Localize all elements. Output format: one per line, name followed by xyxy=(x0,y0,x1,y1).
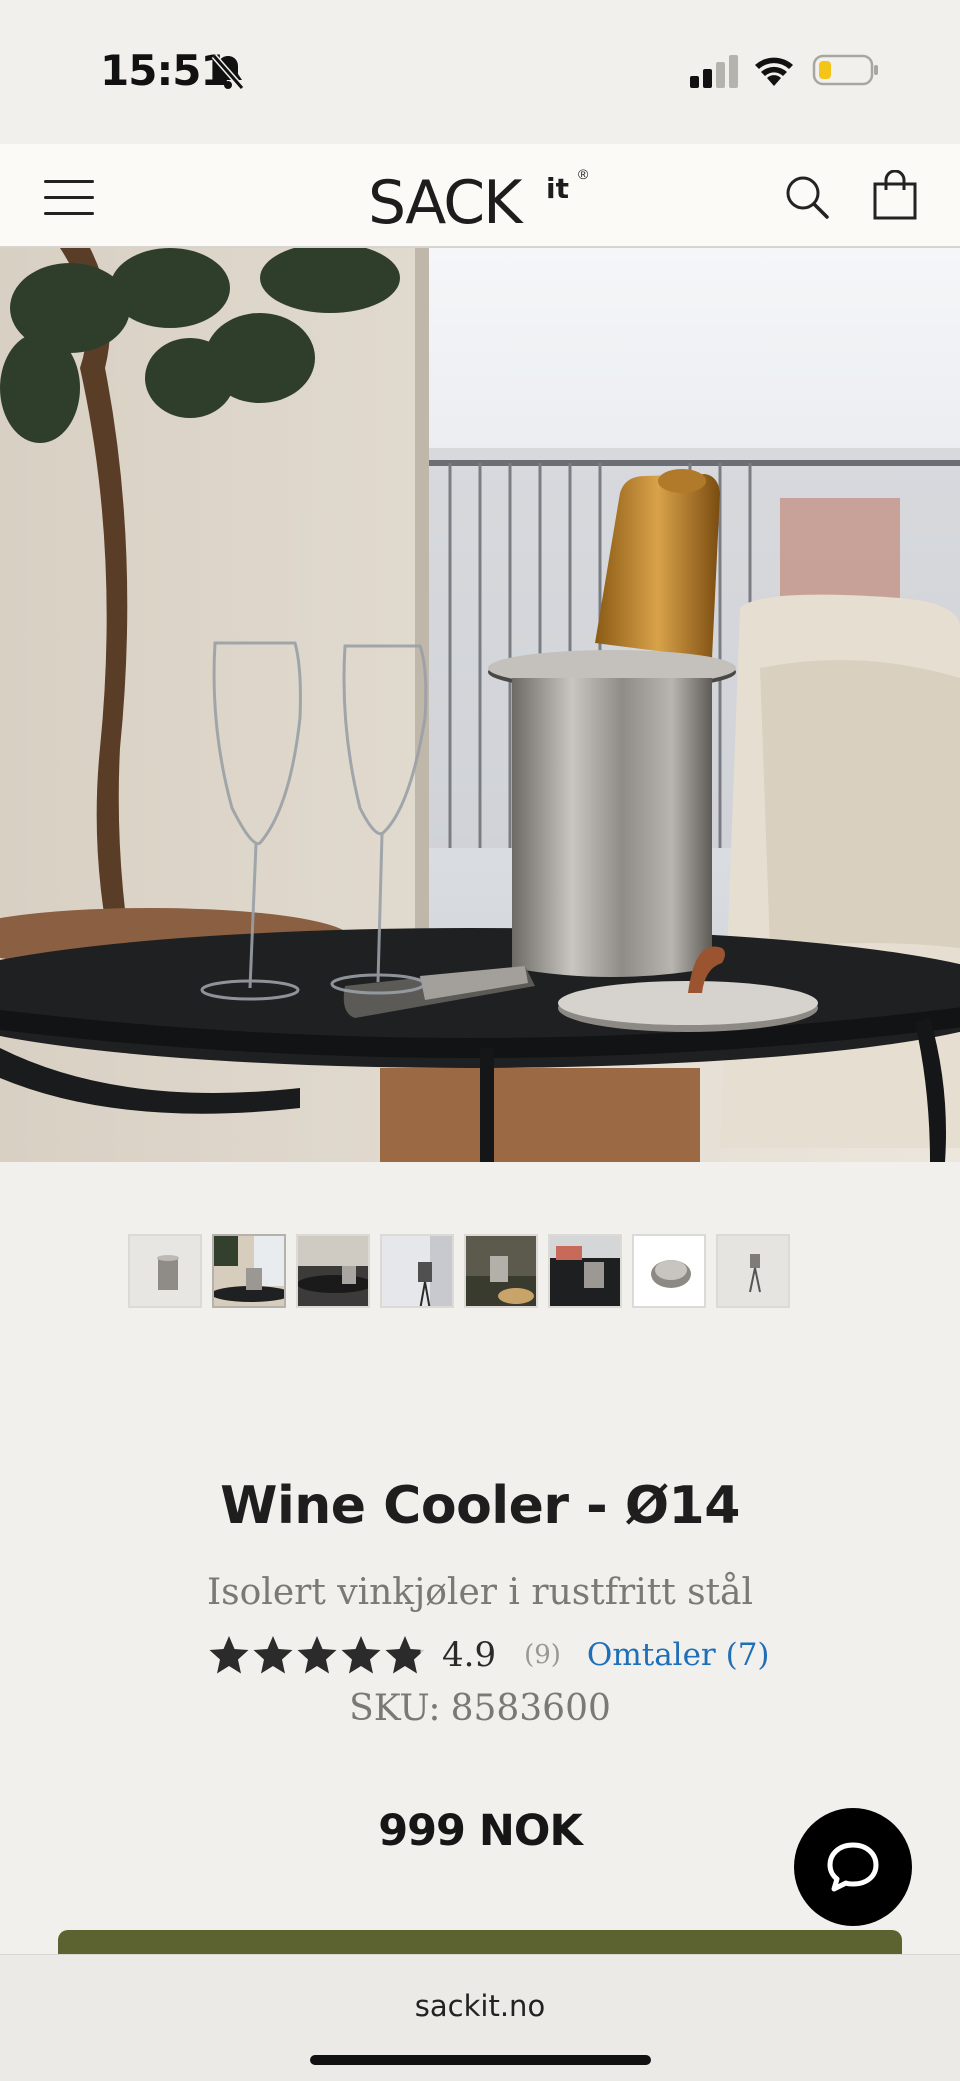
star-icon xyxy=(385,1636,425,1674)
sku-label: SKU: xyxy=(349,1688,441,1729)
menu-icon[interactable] xyxy=(44,180,94,215)
star-icon xyxy=(297,1636,337,1674)
hero-photo xyxy=(0,248,960,1162)
rating-row: 4.9 (9) Omtaler (7) xyxy=(208,1630,770,1680)
site-logo[interactable]: SACK it ® xyxy=(368,164,598,238)
product-subtitle: Isolert vinkjøler i rustfritt stål xyxy=(206,1572,754,1613)
home-indicator xyxy=(310,2055,651,2065)
status-bar: 15:51 xyxy=(0,0,960,144)
thumbnail-strip xyxy=(128,1234,790,1308)
logo-it: it xyxy=(546,172,569,205)
star-rating xyxy=(208,1634,426,1676)
sku: SKU: 8583600 xyxy=(0,1688,960,1729)
site-header: SACK it ® xyxy=(0,144,960,248)
thumbnail-5[interactable] xyxy=(464,1234,538,1308)
sku-value: 8583600 xyxy=(450,1688,611,1729)
chat-bubble-icon xyxy=(827,1842,879,1892)
product-hero-image[interactable] xyxy=(0,248,960,1162)
thumbnail-4[interactable] xyxy=(380,1234,454,1308)
shopping-bag-icon[interactable] xyxy=(872,170,918,220)
battery-low-icon xyxy=(812,54,878,86)
logo-wordmark: SACK xyxy=(368,168,522,238)
rating-value: 4.9 xyxy=(442,1635,497,1675)
chat-button[interactable] xyxy=(794,1808,912,1926)
url-text[interactable]: sackit.no xyxy=(0,1989,960,2023)
thumbnail-2[interactable] xyxy=(212,1234,286,1308)
browser-address-bar[interactable]: sackit.no xyxy=(0,1954,960,2081)
cellular-signal-icon xyxy=(690,55,738,88)
logo-registered-mark: ® xyxy=(578,166,589,182)
thumbnail-3[interactable] xyxy=(296,1234,370,1308)
rating-count: (9) xyxy=(524,1640,561,1670)
reviews-link[interactable]: Omtaler (7) xyxy=(587,1637,770,1673)
bell-slash-icon xyxy=(211,54,245,90)
thumbnail-6[interactable] xyxy=(548,1234,622,1308)
thumbnail-1[interactable] xyxy=(128,1234,202,1308)
thumbnail-8[interactable] xyxy=(716,1234,790,1308)
star-icon xyxy=(341,1636,381,1674)
search-icon[interactable] xyxy=(784,174,830,220)
wifi-icon xyxy=(755,57,793,86)
star-icon xyxy=(209,1636,249,1674)
product-title: Wine Cooler - Ø14 xyxy=(220,1476,740,1536)
star-icon xyxy=(253,1636,293,1674)
thumbnail-7[interactable] xyxy=(632,1234,706,1308)
